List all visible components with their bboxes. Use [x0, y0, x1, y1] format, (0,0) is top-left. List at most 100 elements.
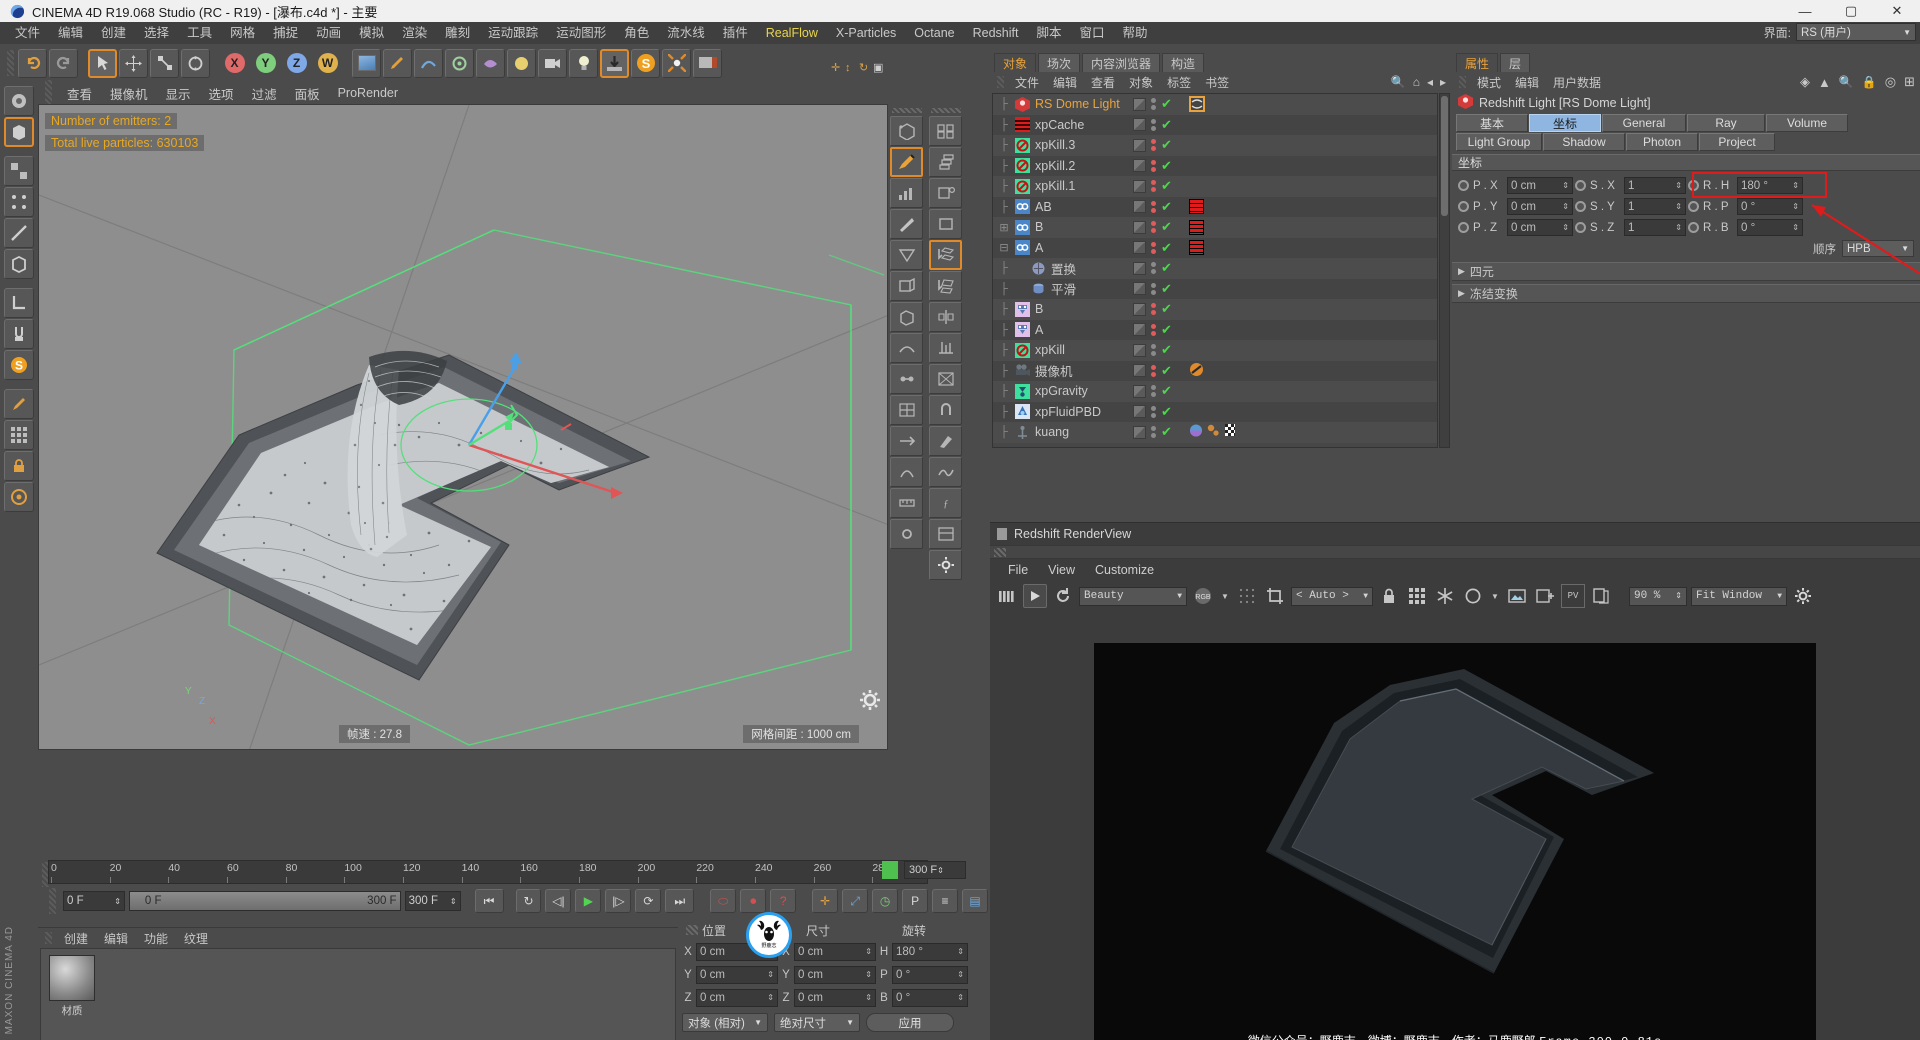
- max-frame-field[interactable]: 300 F ⇕: [404, 891, 461, 911]
- tree-expander[interactable]: ├: [993, 344, 1015, 356]
- layer-swatch[interactable]: [1133, 179, 1146, 193]
- array-clone-button[interactable]: [929, 116, 962, 146]
- coord-position-field-Z[interactable]: 0 cm ⇕: [696, 988, 778, 1007]
- measure-tool-button[interactable]: [890, 488, 923, 518]
- next-key-button[interactable]: |▷: [605, 889, 632, 913]
- menu-item-文件[interactable]: 文件: [6, 22, 49, 44]
- object-visibility-dots[interactable]: ✔: [1133, 342, 1172, 358]
- render-region-icon[interactable]: [995, 584, 1019, 608]
- layer-swatch[interactable]: [1133, 138, 1146, 152]
- environment-button[interactable]: [507, 48, 536, 78]
- renderview-settings-gear-icon[interactable]: [1791, 584, 1815, 608]
- radio-position[interactable]: [1458, 180, 1469, 191]
- axis-world-button[interactable]: W: [313, 49, 342, 78]
- viewport-menu-查看[interactable]: 查看: [58, 84, 101, 103]
- tree-expander[interactable]: ├: [993, 303, 1015, 315]
- field-RH[interactable]: 180 ° ⇕: [1737, 177, 1803, 194]
- cache-tag-icon[interactable]: [1189, 240, 1204, 256]
- coord-apply-button[interactable]: 应用: [866, 1013, 954, 1032]
- object-row[interactable]: ├ xpGravity ✔: [993, 381, 1437, 402]
- project-mesh-button[interactable]: [929, 271, 962, 301]
- enabled-check-icon[interactable]: ✔: [1161, 342, 1172, 358]
- object-visibility-dots[interactable]: ✔: [1133, 322, 1172, 338]
- layout-dropdown[interactable]: RS (用户) ▼: [1796, 23, 1916, 41]
- object-row[interactable]: ⊞ B ✔: [993, 217, 1437, 238]
- object-tags[interactable]: [1189, 240, 1204, 256]
- undo-button[interactable]: [18, 48, 47, 78]
- point-mode-button[interactable]: [4, 187, 34, 217]
- field-RB[interactable]: 0 ° ⇕: [1737, 219, 1803, 236]
- search-icon[interactable]: 🔍: [1839, 75, 1854, 89]
- object-tags[interactable]: [1189, 219, 1204, 235]
- explode-button[interactable]: [662, 48, 691, 78]
- attr-tab-坐标[interactable]: 坐标: [1529, 114, 1601, 132]
- tiles-icon[interactable]: [1405, 584, 1429, 608]
- play-button[interactable]: ▶: [575, 889, 602, 913]
- attr-tab-general[interactable]: General: [1602, 114, 1686, 132]
- start-render-button[interactable]: [1023, 584, 1047, 608]
- material-tag-icons[interactable]: [1189, 423, 1237, 441]
- redo-button[interactable]: [49, 48, 78, 78]
- sculpt-tool-button[interactable]: [4, 420, 34, 450]
- render-queue-button[interactable]: [693, 48, 722, 78]
- add-panel-icon[interactable]: ⊞: [1904, 74, 1915, 90]
- tree-expander[interactable]: ⊟: [993, 241, 1015, 254]
- spin-edge-button[interactable]: [890, 457, 923, 487]
- render-pass-dropdown[interactable]: Beauty ▼: [1079, 586, 1187, 606]
- attr-tab-photon[interactable]: Photon: [1626, 133, 1698, 151]
- connect-button[interactable]: [929, 209, 962, 239]
- loop-button[interactable]: ⟳: [635, 889, 662, 913]
- object-visibility-dots[interactable]: ✔: [1133, 178, 1172, 194]
- layer-swatch[interactable]: [1133, 200, 1146, 214]
- knife-tool-button[interactable]: [890, 209, 923, 239]
- object-visibility-dots[interactable]: ✔: [1133, 301, 1172, 317]
- tree-expander[interactable]: ├: [993, 365, 1015, 377]
- object-visibility-dots[interactable]: ✔: [1133, 117, 1172, 133]
- axis-y-button[interactable]: Y: [251, 49, 280, 78]
- current-frame-field[interactable]: 0 F ⇕: [62, 891, 125, 911]
- field-SY[interactable]: 1 ⇕: [1624, 198, 1686, 215]
- radio-position[interactable]: [1458, 201, 1469, 212]
- viewport-grip[interactable]: [45, 80, 52, 106]
- object-tags[interactable]: [1189, 199, 1204, 215]
- radio-scale[interactable]: [1575, 201, 1586, 212]
- camera-dropdown[interactable]: < Auto > ▼: [1291, 586, 1373, 606]
- forward-icon[interactable]: ▸: [1440, 75, 1446, 89]
- copy-image-icon[interactable]: [1589, 584, 1613, 608]
- lock-icon[interactable]: 🔒: [1862, 75, 1877, 89]
- object-menu-文件[interactable]: 文件: [1008, 74, 1046, 91]
- object-menu-查看[interactable]: 查看: [1084, 74, 1122, 91]
- tree-expander[interactable]: ├: [993, 201, 1015, 213]
- snap-button[interactable]: [4, 319, 34, 349]
- object-tab-内容浏览器[interactable]: 内容浏览器: [1082, 53, 1161, 72]
- enabled-check-icon[interactable]: ✔: [1161, 281, 1172, 297]
- menu-item-编辑[interactable]: 编辑: [49, 22, 92, 44]
- tree-expander[interactable]: ├: [993, 385, 1015, 397]
- layer-swatch[interactable]: [1133, 159, 1146, 173]
- viewport-3d[interactable]: Number of emitters: 2 Total live particl…: [38, 104, 888, 750]
- tree-expander[interactable]: ├: [993, 139, 1015, 151]
- duplicate-button[interactable]: [929, 178, 962, 208]
- menu-item-角色[interactable]: 角色: [615, 22, 658, 44]
- object-row[interactable]: ├ xpKill.2 ✔: [993, 155, 1437, 176]
- weld-tool-button[interactable]: [890, 364, 923, 394]
- save-image-icon[interactable]: [1505, 584, 1529, 608]
- rgb-dropdown-arrow[interactable]: ▼: [1219, 584, 1231, 608]
- script-s-button[interactable]: S: [4, 350, 34, 380]
- deformer-drop-button[interactable]: [600, 48, 629, 78]
- key-rotation-button[interactable]: ◷: [872, 889, 899, 913]
- menu-item-捕捉[interactable]: 捕捉: [264, 22, 307, 44]
- object-visibility-dots[interactable]: ✔: [1133, 240, 1172, 256]
- object-menu-编辑[interactable]: 编辑: [1046, 74, 1084, 91]
- layer-swatch[interactable]: [1133, 425, 1146, 439]
- viewport-scale-icon[interactable]: ↕: [845, 63, 856, 74]
- radio-scale[interactable]: [1575, 180, 1586, 191]
- enabled-check-icon[interactable]: ✔: [1161, 383, 1172, 399]
- zoom-field[interactable]: 90 % ⇕: [1629, 586, 1687, 606]
- close-button[interactable]: ✕: [1874, 0, 1920, 22]
- pen-tool-button[interactable]: [890, 147, 923, 177]
- viewport-menu-prorender[interactable]: ProRender: [329, 86, 407, 100]
- object-row[interactable]: ├ 摄像机 ✔: [993, 360, 1437, 381]
- object-visibility-dots[interactable]: ✔: [1133, 219, 1172, 235]
- object-row[interactable]: ├ xpFluidPBD ✔: [993, 401, 1437, 422]
